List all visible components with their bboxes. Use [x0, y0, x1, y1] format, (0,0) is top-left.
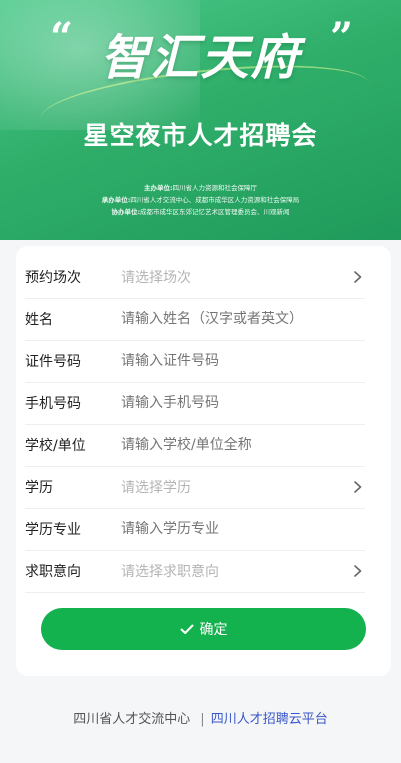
- school-label: 学校/单位: [25, 438, 86, 454]
- platform-link[interactable]: 四川人才招聘云平台: [211, 712, 328, 727]
- major-input[interactable]: [121, 521, 365, 537]
- co-organizer: 成都市成华区东郊记忆艺术区管理委员会、川观新闻: [140, 208, 290, 216]
- footer-org: 四川省人才交流中心: [73, 712, 191, 727]
- event-banner: “ 智汇天府 ” 星空夜市人才招聘会 主办单位:四川省人力资源和社会保障厅 承办…: [0, 0, 401, 240]
- id-number-label: 证件号码: [25, 354, 81, 370]
- school-row: 学校/单位: [25, 424, 365, 467]
- job-intention-select[interactable]: 请选择求职意向: [121, 561, 351, 581]
- id-number-input[interactable]: [121, 353, 365, 369]
- confirm-button-label: 确定: [199, 622, 228, 638]
- organizers: 主办单位:四川省人力资源和社会保障厅 承办单位:四川省人才交流中心、成都市成华区…: [0, 182, 401, 218]
- undertaker: 四川省人才交流中心、成都市成华区人力资源和社会保障局: [130, 196, 300, 204]
- education-select[interactable]: 请选择学历: [121, 477, 351, 497]
- banner-subtitle: 星空夜市人才招聘会: [83, 121, 318, 150]
- footer: 四川省人才交流中心 | 四川人才招聘云平台: [0, 708, 401, 727]
- confirm-button[interactable]: 确定: [41, 608, 366, 650]
- major-label: 学历专业: [25, 522, 81, 538]
- education-label: 学历: [25, 480, 53, 496]
- phone-label: 手机号码: [25, 396, 81, 412]
- chevron-right-icon[interactable]: [351, 480, 365, 494]
- phone-input[interactable]: [121, 395, 365, 411]
- footer-separator: |: [200, 712, 205, 727]
- co-organizer-label: 协办单位:: [111, 208, 141, 216]
- name-row: 姓名: [25, 298, 365, 341]
- session-row[interactable]: 预约场次 请选择场次: [25, 256, 365, 299]
- undertaker-label: 承办单位:: [101, 196, 131, 204]
- name-input[interactable]: [121, 311, 365, 327]
- chevron-right-icon[interactable]: [351, 270, 365, 284]
- session-select[interactable]: 请选择场次: [121, 267, 351, 287]
- quote-close: ”: [330, 14, 354, 61]
- session-label: 预约场次: [25, 270, 81, 286]
- id-number-row: 证件号码: [25, 340, 365, 383]
- job-intention-label: 求职意向: [25, 564, 81, 580]
- phone-row: 手机号码: [25, 382, 365, 425]
- major-row: 学历专业: [25, 508, 365, 551]
- name-label: 姓名: [25, 312, 53, 328]
- job-intention-row[interactable]: 求职意向 请选择求职意向: [25, 550, 365, 593]
- education-row[interactable]: 学历 请选择学历: [25, 466, 365, 509]
- organizer-label: 主办单位:: [143, 184, 173, 192]
- chevron-right-icon[interactable]: [351, 564, 365, 578]
- check-icon: [180, 624, 194, 635]
- organizer: 四川省人力资源和社会保障厅: [172, 184, 258, 192]
- school-input[interactable]: [121, 437, 365, 453]
